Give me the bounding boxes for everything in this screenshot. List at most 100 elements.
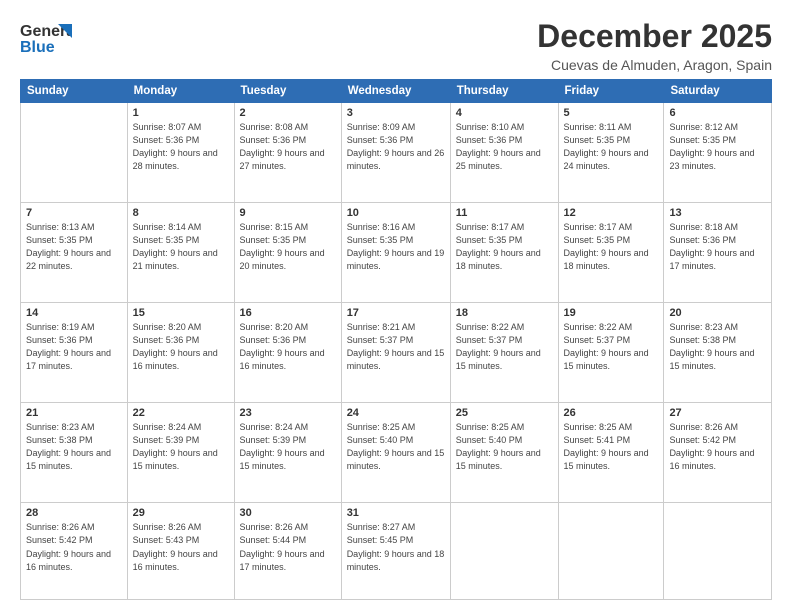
- logo-icon: General Blue: [20, 18, 72, 60]
- month-title: December 2025: [537, 18, 772, 55]
- table-row: 17 Sunrise: 8:21 AMSunset: 5:37 PMDaylig…: [341, 303, 450, 403]
- day-info: Sunrise: 8:20 AMSunset: 5:36 PMDaylight:…: [240, 322, 325, 371]
- day-number: 30: [240, 507, 336, 519]
- table-row: 15 Sunrise: 8:20 AMSunset: 5:36 PMDaylig…: [127, 303, 234, 403]
- day-info: Sunrise: 8:16 AMSunset: 5:35 PMDaylight:…: [347, 222, 445, 271]
- day-info: Sunrise: 8:27 AMSunset: 5:45 PMDaylight:…: [347, 522, 445, 571]
- day-number: 27: [669, 407, 766, 419]
- day-number: 5: [564, 107, 659, 119]
- day-number: 19: [564, 307, 659, 319]
- day-number: 16: [240, 307, 336, 319]
- calendar-week-row: 28 Sunrise: 8:26 AMSunset: 5:42 PMDaylig…: [21, 503, 772, 600]
- day-info: Sunrise: 8:19 AMSunset: 5:36 PMDaylight:…: [26, 322, 111, 371]
- day-number: 2: [240, 107, 336, 119]
- day-number: 12: [564, 207, 659, 219]
- table-row: 20 Sunrise: 8:23 AMSunset: 5:38 PMDaylig…: [664, 303, 772, 403]
- day-number: 15: [133, 307, 229, 319]
- day-info: Sunrise: 8:25 AMSunset: 5:41 PMDaylight:…: [564, 422, 649, 471]
- table-row: 9 Sunrise: 8:15 AMSunset: 5:35 PMDayligh…: [234, 203, 341, 303]
- header-sunday: Sunday: [21, 80, 128, 103]
- day-info: Sunrise: 8:24 AMSunset: 5:39 PMDaylight:…: [133, 422, 218, 471]
- day-info: Sunrise: 8:26 AMSunset: 5:42 PMDaylight:…: [669, 422, 754, 471]
- day-info: Sunrise: 8:07 AMSunset: 5:36 PMDaylight:…: [133, 122, 218, 171]
- day-number: 8: [133, 207, 229, 219]
- table-row: 3 Sunrise: 8:09 AMSunset: 5:36 PMDayligh…: [341, 103, 450, 203]
- day-info: Sunrise: 8:23 AMSunset: 5:38 PMDaylight:…: [26, 422, 111, 471]
- day-number: 17: [347, 307, 445, 319]
- day-info: Sunrise: 8:13 AMSunset: 5:35 PMDaylight:…: [26, 222, 111, 271]
- day-number: 21: [26, 407, 122, 419]
- table-row: 1 Sunrise: 8:07 AMSunset: 5:36 PMDayligh…: [127, 103, 234, 203]
- table-row: 18 Sunrise: 8:22 AMSunset: 5:37 PMDaylig…: [450, 303, 558, 403]
- table-row: 25 Sunrise: 8:25 AMSunset: 5:40 PMDaylig…: [450, 403, 558, 503]
- table-row: 10 Sunrise: 8:16 AMSunset: 5:35 PMDaylig…: [341, 203, 450, 303]
- table-row: 27 Sunrise: 8:26 AMSunset: 5:42 PMDaylig…: [664, 403, 772, 503]
- header-monday: Monday: [127, 80, 234, 103]
- day-number: 13: [669, 207, 766, 219]
- calendar-table: Sunday Monday Tuesday Wednesday Thursday…: [20, 79, 772, 600]
- day-number: 4: [456, 107, 553, 119]
- table-row: [450, 503, 558, 600]
- table-row: 21 Sunrise: 8:23 AMSunset: 5:38 PMDaylig…: [21, 403, 128, 503]
- day-number: 11: [456, 207, 553, 219]
- day-info: Sunrise: 8:12 AMSunset: 5:35 PMDaylight:…: [669, 122, 754, 171]
- table-row: 16 Sunrise: 8:20 AMSunset: 5:36 PMDaylig…: [234, 303, 341, 403]
- day-number: 18: [456, 307, 553, 319]
- day-number: 26: [564, 407, 659, 419]
- day-number: 24: [347, 407, 445, 419]
- day-info: Sunrise: 8:25 AMSunset: 5:40 PMDaylight:…: [347, 422, 445, 471]
- day-info: Sunrise: 8:25 AMSunset: 5:40 PMDaylight:…: [456, 422, 541, 471]
- calendar-page: General Blue December 2025 Cuevas de Alm…: [0, 0, 792, 612]
- table-row: 5 Sunrise: 8:11 AMSunset: 5:35 PMDayligh…: [558, 103, 664, 203]
- day-info: Sunrise: 8:22 AMSunset: 5:37 PMDaylight:…: [564, 322, 649, 371]
- table-row: 4 Sunrise: 8:10 AMSunset: 5:36 PMDayligh…: [450, 103, 558, 203]
- location-title: Cuevas de Almuden, Aragon, Spain: [537, 57, 772, 73]
- day-info: Sunrise: 8:26 AMSunset: 5:42 PMDaylight:…: [26, 522, 111, 571]
- day-number: 3: [347, 107, 445, 119]
- table-row: 14 Sunrise: 8:19 AMSunset: 5:36 PMDaylig…: [21, 303, 128, 403]
- header-friday: Friday: [558, 80, 664, 103]
- table-row: 26 Sunrise: 8:25 AMSunset: 5:41 PMDaylig…: [558, 403, 664, 503]
- day-info: Sunrise: 8:26 AMSunset: 5:43 PMDaylight:…: [133, 522, 218, 571]
- table-row: 24 Sunrise: 8:25 AMSunset: 5:40 PMDaylig…: [341, 403, 450, 503]
- day-info: Sunrise: 8:10 AMSunset: 5:36 PMDaylight:…: [456, 122, 541, 171]
- table-row: 28 Sunrise: 8:26 AMSunset: 5:42 PMDaylig…: [21, 503, 128, 600]
- header-thursday: Thursday: [450, 80, 558, 103]
- day-info: Sunrise: 8:17 AMSunset: 5:35 PMDaylight:…: [456, 222, 541, 271]
- day-number: 22: [133, 407, 229, 419]
- day-info: Sunrise: 8:24 AMSunset: 5:39 PMDaylight:…: [240, 422, 325, 471]
- day-number: 10: [347, 207, 445, 219]
- day-number: 28: [26, 507, 122, 519]
- day-info: Sunrise: 8:08 AMSunset: 5:36 PMDaylight:…: [240, 122, 325, 171]
- title-block: December 2025 Cuevas de Almuden, Aragon,…: [537, 18, 772, 73]
- table-row: 11 Sunrise: 8:17 AMSunset: 5:35 PMDaylig…: [450, 203, 558, 303]
- table-row: 13 Sunrise: 8:18 AMSunset: 5:36 PMDaylig…: [664, 203, 772, 303]
- table-row: 23 Sunrise: 8:24 AMSunset: 5:39 PMDaylig…: [234, 403, 341, 503]
- table-row: 30 Sunrise: 8:26 AMSunset: 5:44 PMDaylig…: [234, 503, 341, 600]
- table-row: 29 Sunrise: 8:26 AMSunset: 5:43 PMDaylig…: [127, 503, 234, 600]
- svg-text:Blue: Blue: [20, 39, 55, 56]
- table-row: 2 Sunrise: 8:08 AMSunset: 5:36 PMDayligh…: [234, 103, 341, 203]
- table-row: 19 Sunrise: 8:22 AMSunset: 5:37 PMDaylig…: [558, 303, 664, 403]
- day-number: 20: [669, 307, 766, 319]
- day-number: 23: [240, 407, 336, 419]
- day-number: 31: [347, 507, 445, 519]
- day-number: 6: [669, 107, 766, 119]
- calendar-week-row: 1 Sunrise: 8:07 AMSunset: 5:36 PMDayligh…: [21, 103, 772, 203]
- calendar-week-row: 14 Sunrise: 8:19 AMSunset: 5:36 PMDaylig…: [21, 303, 772, 403]
- day-info: Sunrise: 8:14 AMSunset: 5:35 PMDaylight:…: [133, 222, 218, 271]
- day-info: Sunrise: 8:26 AMSunset: 5:44 PMDaylight:…: [240, 522, 325, 571]
- day-info: Sunrise: 8:11 AMSunset: 5:35 PMDaylight:…: [564, 122, 649, 171]
- page-header: General Blue December 2025 Cuevas de Alm…: [20, 18, 772, 73]
- day-info: Sunrise: 8:17 AMSunset: 5:35 PMDaylight:…: [564, 222, 649, 271]
- day-info: Sunrise: 8:09 AMSunset: 5:36 PMDaylight:…: [347, 122, 445, 171]
- calendar-week-row: 21 Sunrise: 8:23 AMSunset: 5:38 PMDaylig…: [21, 403, 772, 503]
- day-number: 14: [26, 307, 122, 319]
- table-row: 12 Sunrise: 8:17 AMSunset: 5:35 PMDaylig…: [558, 203, 664, 303]
- day-number: 29: [133, 507, 229, 519]
- table-row: 31 Sunrise: 8:27 AMSunset: 5:45 PMDaylig…: [341, 503, 450, 600]
- day-number: 7: [26, 207, 122, 219]
- day-number: 9: [240, 207, 336, 219]
- table-row: 6 Sunrise: 8:12 AMSunset: 5:35 PMDayligh…: [664, 103, 772, 203]
- day-info: Sunrise: 8:18 AMSunset: 5:36 PMDaylight:…: [669, 222, 754, 271]
